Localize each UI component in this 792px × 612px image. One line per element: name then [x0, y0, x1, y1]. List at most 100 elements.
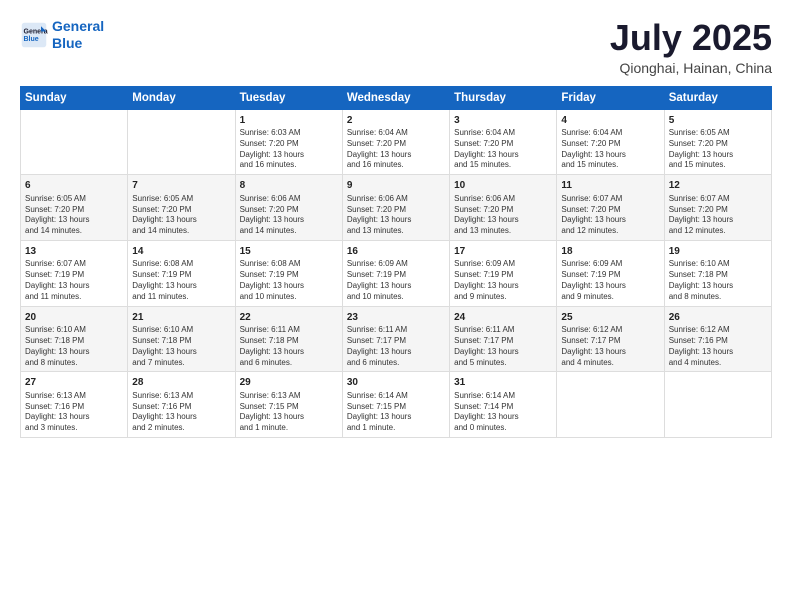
day-info: Sunrise: 6:14 AM Sunset: 7:14 PM Dayligh… — [454, 391, 552, 434]
day-info: Sunrise: 6:08 AM Sunset: 7:19 PM Dayligh… — [240, 259, 338, 302]
day-cell: 11Sunrise: 6:07 AM Sunset: 7:20 PM Dayli… — [557, 175, 664, 241]
day-cell: 6Sunrise: 6:05 AM Sunset: 7:20 PM Daylig… — [21, 175, 128, 241]
day-cell: 18Sunrise: 6:09 AM Sunset: 7:19 PM Dayli… — [557, 240, 664, 306]
day-cell: 10Sunrise: 6:06 AM Sunset: 7:20 PM Dayli… — [450, 175, 557, 241]
day-info: Sunrise: 6:12 AM Sunset: 7:17 PM Dayligh… — [561, 325, 659, 368]
col-header-thursday: Thursday — [450, 86, 557, 109]
svg-text:Blue: Blue — [24, 36, 39, 43]
day-cell: 23Sunrise: 6:11 AM Sunset: 7:17 PM Dayli… — [342, 306, 449, 372]
day-info: Sunrise: 6:05 AM Sunset: 7:20 PM Dayligh… — [669, 128, 767, 171]
day-info: Sunrise: 6:11 AM Sunset: 7:18 PM Dayligh… — [240, 325, 338, 368]
day-cell: 20Sunrise: 6:10 AM Sunset: 7:18 PM Dayli… — [21, 306, 128, 372]
logo: General Blue GeneralBlue — [20, 18, 104, 52]
calendar-table: SundayMondayTuesdayWednesdayThursdayFrid… — [20, 86, 772, 438]
day-info: Sunrise: 6:06 AM Sunset: 7:20 PM Dayligh… — [347, 194, 445, 237]
title-block: July 2025 Qionghai, Hainan, China — [610, 18, 772, 76]
day-info: Sunrise: 6:04 AM Sunset: 7:20 PM Dayligh… — [561, 128, 659, 171]
day-cell: 1Sunrise: 6:03 AM Sunset: 7:20 PM Daylig… — [235, 109, 342, 175]
week-row-2: 6Sunrise: 6:05 AM Sunset: 7:20 PM Daylig… — [21, 175, 772, 241]
logo-icon: General Blue — [20, 21, 48, 49]
col-header-tuesday: Tuesday — [235, 86, 342, 109]
day-number: 14 — [132, 245, 230, 259]
day-info: Sunrise: 6:13 AM Sunset: 7:16 PM Dayligh… — [132, 391, 230, 434]
day-number: 31 — [454, 376, 552, 390]
day-info: Sunrise: 6:07 AM Sunset: 7:20 PM Dayligh… — [669, 194, 767, 237]
day-number: 17 — [454, 245, 552, 259]
day-number: 10 — [454, 179, 552, 193]
page: General Blue GeneralBlue July 2025 Qiong… — [0, 0, 792, 612]
day-info: Sunrise: 6:14 AM Sunset: 7:15 PM Dayligh… — [347, 391, 445, 434]
day-number: 23 — [347, 311, 445, 325]
day-number: 6 — [25, 179, 123, 193]
day-number: 26 — [669, 311, 767, 325]
day-info: Sunrise: 6:12 AM Sunset: 7:16 PM Dayligh… — [669, 325, 767, 368]
day-info: Sunrise: 6:09 AM Sunset: 7:19 PM Dayligh… — [561, 259, 659, 302]
day-cell: 17Sunrise: 6:09 AM Sunset: 7:19 PM Dayli… — [450, 240, 557, 306]
svg-text:General: General — [24, 28, 49, 35]
day-cell: 16Sunrise: 6:09 AM Sunset: 7:19 PM Dayli… — [342, 240, 449, 306]
day-number: 2 — [347, 114, 445, 128]
day-cell: 27Sunrise: 6:13 AM Sunset: 7:16 PM Dayli… — [21, 372, 128, 438]
day-cell — [21, 109, 128, 175]
day-info: Sunrise: 6:05 AM Sunset: 7:20 PM Dayligh… — [132, 194, 230, 237]
day-cell: 4Sunrise: 6:04 AM Sunset: 7:20 PM Daylig… — [557, 109, 664, 175]
day-number: 27 — [25, 376, 123, 390]
day-info: Sunrise: 6:10 AM Sunset: 7:18 PM Dayligh… — [669, 259, 767, 302]
day-number: 29 — [240, 376, 338, 390]
day-info: Sunrise: 6:11 AM Sunset: 7:17 PM Dayligh… — [347, 325, 445, 368]
day-cell: 14Sunrise: 6:08 AM Sunset: 7:19 PM Dayli… — [128, 240, 235, 306]
day-cell: 25Sunrise: 6:12 AM Sunset: 7:17 PM Dayli… — [557, 306, 664, 372]
day-cell: 13Sunrise: 6:07 AM Sunset: 7:19 PM Dayli… — [21, 240, 128, 306]
day-cell: 19Sunrise: 6:10 AM Sunset: 7:18 PM Dayli… — [664, 240, 771, 306]
day-cell: 28Sunrise: 6:13 AM Sunset: 7:16 PM Dayli… — [128, 372, 235, 438]
main-title: July 2025 — [610, 18, 772, 58]
day-cell: 5Sunrise: 6:05 AM Sunset: 7:20 PM Daylig… — [664, 109, 771, 175]
day-cell: 31Sunrise: 6:14 AM Sunset: 7:14 PM Dayli… — [450, 372, 557, 438]
day-cell: 29Sunrise: 6:13 AM Sunset: 7:15 PM Dayli… — [235, 372, 342, 438]
day-cell — [664, 372, 771, 438]
col-header-monday: Monday — [128, 86, 235, 109]
day-number: 24 — [454, 311, 552, 325]
day-info: Sunrise: 6:06 AM Sunset: 7:20 PM Dayligh… — [240, 194, 338, 237]
day-number: 1 — [240, 114, 338, 128]
day-number: 7 — [132, 179, 230, 193]
day-info: Sunrise: 6:13 AM Sunset: 7:15 PM Dayligh… — [240, 391, 338, 434]
day-cell: 22Sunrise: 6:11 AM Sunset: 7:18 PM Dayli… — [235, 306, 342, 372]
day-info: Sunrise: 6:07 AM Sunset: 7:19 PM Dayligh… — [25, 259, 123, 302]
col-header-saturday: Saturday — [664, 86, 771, 109]
day-info: Sunrise: 6:04 AM Sunset: 7:20 PM Dayligh… — [347, 128, 445, 171]
week-row-3: 13Sunrise: 6:07 AM Sunset: 7:19 PM Dayli… — [21, 240, 772, 306]
day-info: Sunrise: 6:10 AM Sunset: 7:18 PM Dayligh… — [132, 325, 230, 368]
day-info: Sunrise: 6:13 AM Sunset: 7:16 PM Dayligh… — [25, 391, 123, 434]
day-number: 21 — [132, 311, 230, 325]
day-cell: 2Sunrise: 6:04 AM Sunset: 7:20 PM Daylig… — [342, 109, 449, 175]
day-number: 3 — [454, 114, 552, 128]
day-number: 9 — [347, 179, 445, 193]
day-info: Sunrise: 6:07 AM Sunset: 7:20 PM Dayligh… — [561, 194, 659, 237]
day-number: 8 — [240, 179, 338, 193]
day-cell: 9Sunrise: 6:06 AM Sunset: 7:20 PM Daylig… — [342, 175, 449, 241]
day-number: 11 — [561, 179, 659, 193]
day-cell — [557, 372, 664, 438]
day-cell: 21Sunrise: 6:10 AM Sunset: 7:18 PM Dayli… — [128, 306, 235, 372]
day-cell: 3Sunrise: 6:04 AM Sunset: 7:20 PM Daylig… — [450, 109, 557, 175]
col-header-friday: Friday — [557, 86, 664, 109]
day-cell: 26Sunrise: 6:12 AM Sunset: 7:16 PM Dayli… — [664, 306, 771, 372]
day-info: Sunrise: 6:06 AM Sunset: 7:20 PM Dayligh… — [454, 194, 552, 237]
day-info: Sunrise: 6:03 AM Sunset: 7:20 PM Dayligh… — [240, 128, 338, 171]
day-cell: 12Sunrise: 6:07 AM Sunset: 7:20 PM Dayli… — [664, 175, 771, 241]
day-info: Sunrise: 6:10 AM Sunset: 7:18 PM Dayligh… — [25, 325, 123, 368]
day-number: 13 — [25, 245, 123, 259]
day-number: 28 — [132, 376, 230, 390]
header: General Blue GeneralBlue July 2025 Qiong… — [20, 18, 772, 76]
day-number: 12 — [669, 179, 767, 193]
week-row-5: 27Sunrise: 6:13 AM Sunset: 7:16 PM Dayli… — [21, 372, 772, 438]
day-number: 22 — [240, 311, 338, 325]
day-info: Sunrise: 6:05 AM Sunset: 7:20 PM Dayligh… — [25, 194, 123, 237]
logo-text: GeneralBlue — [52, 18, 104, 52]
day-number: 18 — [561, 245, 659, 259]
day-info: Sunrise: 6:11 AM Sunset: 7:17 PM Dayligh… — [454, 325, 552, 368]
day-number: 5 — [669, 114, 767, 128]
calendar-body: 1Sunrise: 6:03 AM Sunset: 7:20 PM Daylig… — [21, 109, 772, 437]
day-info: Sunrise: 6:04 AM Sunset: 7:20 PM Dayligh… — [454, 128, 552, 171]
